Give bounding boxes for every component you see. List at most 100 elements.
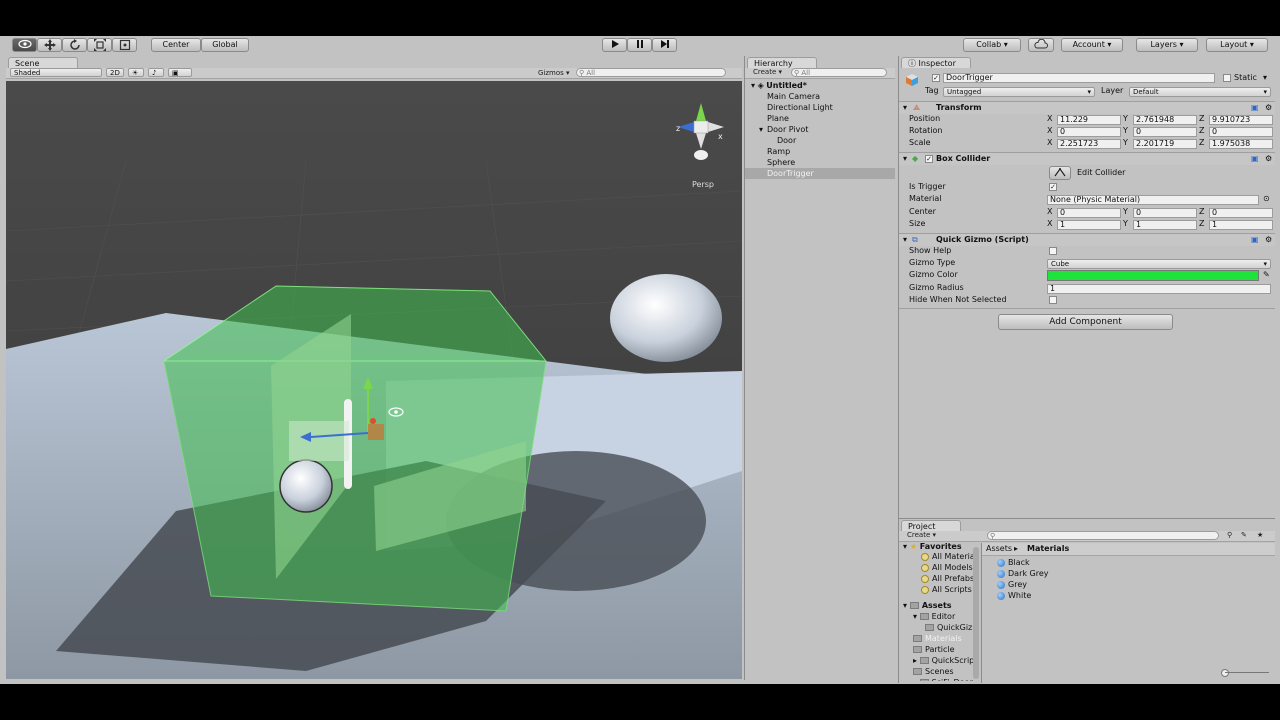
- tab-inspector[interactable]: ⓘ Inspector: [901, 57, 971, 68]
- pause-button[interactable]: [627, 38, 652, 52]
- tag-dropdown[interactable]: Untagged ▾: [943, 87, 1095, 97]
- rotation-z-field[interactable]: 0: [1209, 127, 1273, 137]
- size-y-axis-label[interactable]: Y: [1123, 219, 1128, 229]
- center-z-axis-label[interactable]: Z: [1199, 207, 1204, 217]
- edit-collider-button[interactable]: [1049, 166, 1071, 180]
- gizmo-radius-field[interactable]: 1: [1047, 284, 1271, 294]
- hierarchy-search-input[interactable]: ⚲ All: [791, 68, 887, 77]
- size-x-axis-label[interactable]: X: [1047, 219, 1052, 229]
- material-item[interactable]: Black: [997, 557, 1030, 568]
- box-collider-header[interactable]: ▾ ◆ ✓ Box Collider ▣ ⚙: [899, 152, 1275, 165]
- assets-root[interactable]: ▾ Assets: [903, 600, 952, 611]
- gear-icon[interactable]: ⚙: [1265, 235, 1272, 245]
- size-z-field[interactable]: 1: [1209, 220, 1273, 230]
- rotation-z-axis-label[interactable]: Z: [1199, 126, 1204, 136]
- scale-z-field[interactable]: 1.975038: [1209, 139, 1273, 149]
- help-icon[interactable]: ▣: [1251, 235, 1259, 245]
- lighting-toggle[interactable]: ☀: [128, 68, 144, 77]
- play-button[interactable]: [602, 38, 627, 52]
- hierarchy-item[interactable]: Main Camera: [745, 91, 895, 102]
- scene-viewport[interactable]: z x Persp: [6, 81, 742, 679]
- project-tree-scrollbar[interactable]: [973, 547, 979, 679]
- tab-scene[interactable]: Scene: [8, 57, 78, 68]
- hierarchy-item[interactable]: Door: [745, 135, 895, 146]
- rotate-tool-button[interactable]: [62, 38, 87, 52]
- material-item[interactable]: White: [997, 590, 1031, 601]
- breadcrumb-materials[interactable]: Materials: [1027, 543, 1069, 554]
- scale-y-axis-label[interactable]: Y: [1123, 138, 1128, 148]
- effects-toggle[interactable]: ▣: [168, 68, 192, 77]
- rotation-x-field[interactable]: 0: [1057, 127, 1121, 137]
- account-dropdown[interactable]: Account ▾: [1061, 38, 1123, 52]
- rotation-y-axis-label[interactable]: Y: [1123, 126, 1128, 136]
- scale-x-field[interactable]: 2.251723: [1057, 139, 1121, 149]
- move-tool-button[interactable]: [37, 38, 62, 52]
- rotation-x-axis-label[interactable]: X: [1047, 126, 1052, 136]
- size-y-field[interactable]: 1: [1133, 220, 1197, 230]
- rotation-y-field[interactable]: 0: [1133, 127, 1197, 137]
- center-z-field[interactable]: 0: [1209, 208, 1273, 218]
- show-help-checkbox[interactable]: [1049, 247, 1057, 255]
- audio-toggle[interactable]: ♪: [148, 68, 164, 77]
- gear-icon[interactable]: ⚙: [1265, 103, 1272, 113]
- hierarchy-item[interactable]: Directional Light: [745, 102, 895, 113]
- cloud-button[interactable]: [1028, 38, 1054, 52]
- static-checkbox[interactable]: [1223, 74, 1231, 82]
- scale-tool-button[interactable]: [87, 38, 112, 52]
- quick-gizmo-header[interactable]: ▾ ⧉ Quick Gizmo (Script) ▣ ⚙: [899, 233, 1275, 246]
- tab-project[interactable]: Project: [901, 520, 961, 531]
- hierarchy-item[interactable]: DoorTrigger: [745, 168, 895, 179]
- transform-header[interactable]: ▾ ⟁ Transform ▣ ⚙: [899, 101, 1275, 114]
- gizmo-type-dropdown[interactable]: Cube ▾: [1047, 259, 1271, 269]
- center-x-axis-label[interactable]: X: [1047, 207, 1052, 217]
- tab-hierarchy[interactable]: Hierarchy: [747, 57, 817, 68]
- object-name-field[interactable]: DoorTrigger: [943, 73, 1215, 83]
- layout-dropdown[interactable]: Layout ▾: [1206, 38, 1268, 52]
- active-checkbox[interactable]: ✓: [932, 74, 940, 82]
- toggle-2d-button[interactable]: 2D: [106, 68, 124, 77]
- favorite-item[interactable]: All Prefabs: [921, 573, 974, 584]
- help-icon[interactable]: ▣: [1251, 103, 1259, 113]
- favorite-item[interactable]: All Models: [921, 562, 973, 573]
- project-search-input[interactable]: ⚲: [987, 531, 1219, 540]
- project-create-button[interactable]: Create ▾: [907, 531, 936, 540]
- center-y-axis-label[interactable]: Y: [1123, 207, 1128, 217]
- layers-dropdown[interactable]: Layers ▾: [1136, 38, 1198, 52]
- size-x-field[interactable]: 1: [1057, 220, 1121, 230]
- step-button[interactable]: [652, 38, 677, 52]
- position-x-field[interactable]: 11.229: [1057, 115, 1121, 125]
- x-axis-handle[interactable]: [368, 424, 384, 440]
- hierarchy-item[interactable]: ▾ Door Pivot: [745, 124, 895, 135]
- zoom-slider-handle[interactable]: [1221, 669, 1229, 677]
- expand-arrow-icon[interactable]: ▾: [759, 124, 763, 135]
- position-x-axis-label[interactable]: X: [1047, 114, 1052, 124]
- collab-dropdown[interactable]: Collab ▾: [963, 38, 1021, 52]
- hierarchy-create-button[interactable]: Create ▾: [753, 68, 782, 77]
- center-x-field[interactable]: 0: [1057, 208, 1121, 218]
- layer-dropdown[interactable]: Default ▾: [1129, 87, 1271, 97]
- size-z-axis-label[interactable]: Z: [1199, 219, 1204, 229]
- box-collider-enabled-checkbox[interactable]: ✓: [925, 155, 933, 163]
- pivot-global-button[interactable]: Global: [201, 38, 249, 52]
- gear-icon[interactable]: ⚙: [1265, 154, 1272, 164]
- hierarchy-item[interactable]: Ramp: [745, 146, 895, 157]
- shading-dropdown[interactable]: Shaded: [10, 68, 102, 77]
- breadcrumb-assets[interactable]: Assets: [986, 543, 1012, 554]
- gizmos-dropdown[interactable]: Gizmos ▾: [538, 69, 570, 78]
- scene-search-input[interactable]: ⚲ All: [576, 68, 726, 77]
- hierarchy-item[interactable]: Plane: [745, 113, 895, 124]
- scene-root-item[interactable]: ▾ ◈ Untitled*: [745, 80, 895, 91]
- zoom-slider-track[interactable]: [1225, 672, 1269, 673]
- project-splitter[interactable]: [981, 543, 982, 683]
- object-picker-icon[interactable]: ⊙: [1263, 194, 1270, 204]
- add-component-button[interactable]: Add Component: [998, 314, 1173, 330]
- favorite-item[interactable]: All Scripts: [921, 584, 972, 595]
- hierarchy-item[interactable]: Sphere: [745, 157, 895, 168]
- material-item[interactable]: Dark Grey: [997, 568, 1049, 579]
- rect-tool-button[interactable]: [112, 38, 137, 52]
- position-y-axis-label[interactable]: Y: [1123, 114, 1128, 124]
- material-item[interactable]: Grey: [997, 579, 1027, 590]
- is-trigger-checkbox[interactable]: ✓: [1049, 183, 1057, 191]
- filter-type-icon[interactable]: ⚲: [1227, 531, 1232, 540]
- help-icon[interactable]: ▣: [1251, 154, 1259, 164]
